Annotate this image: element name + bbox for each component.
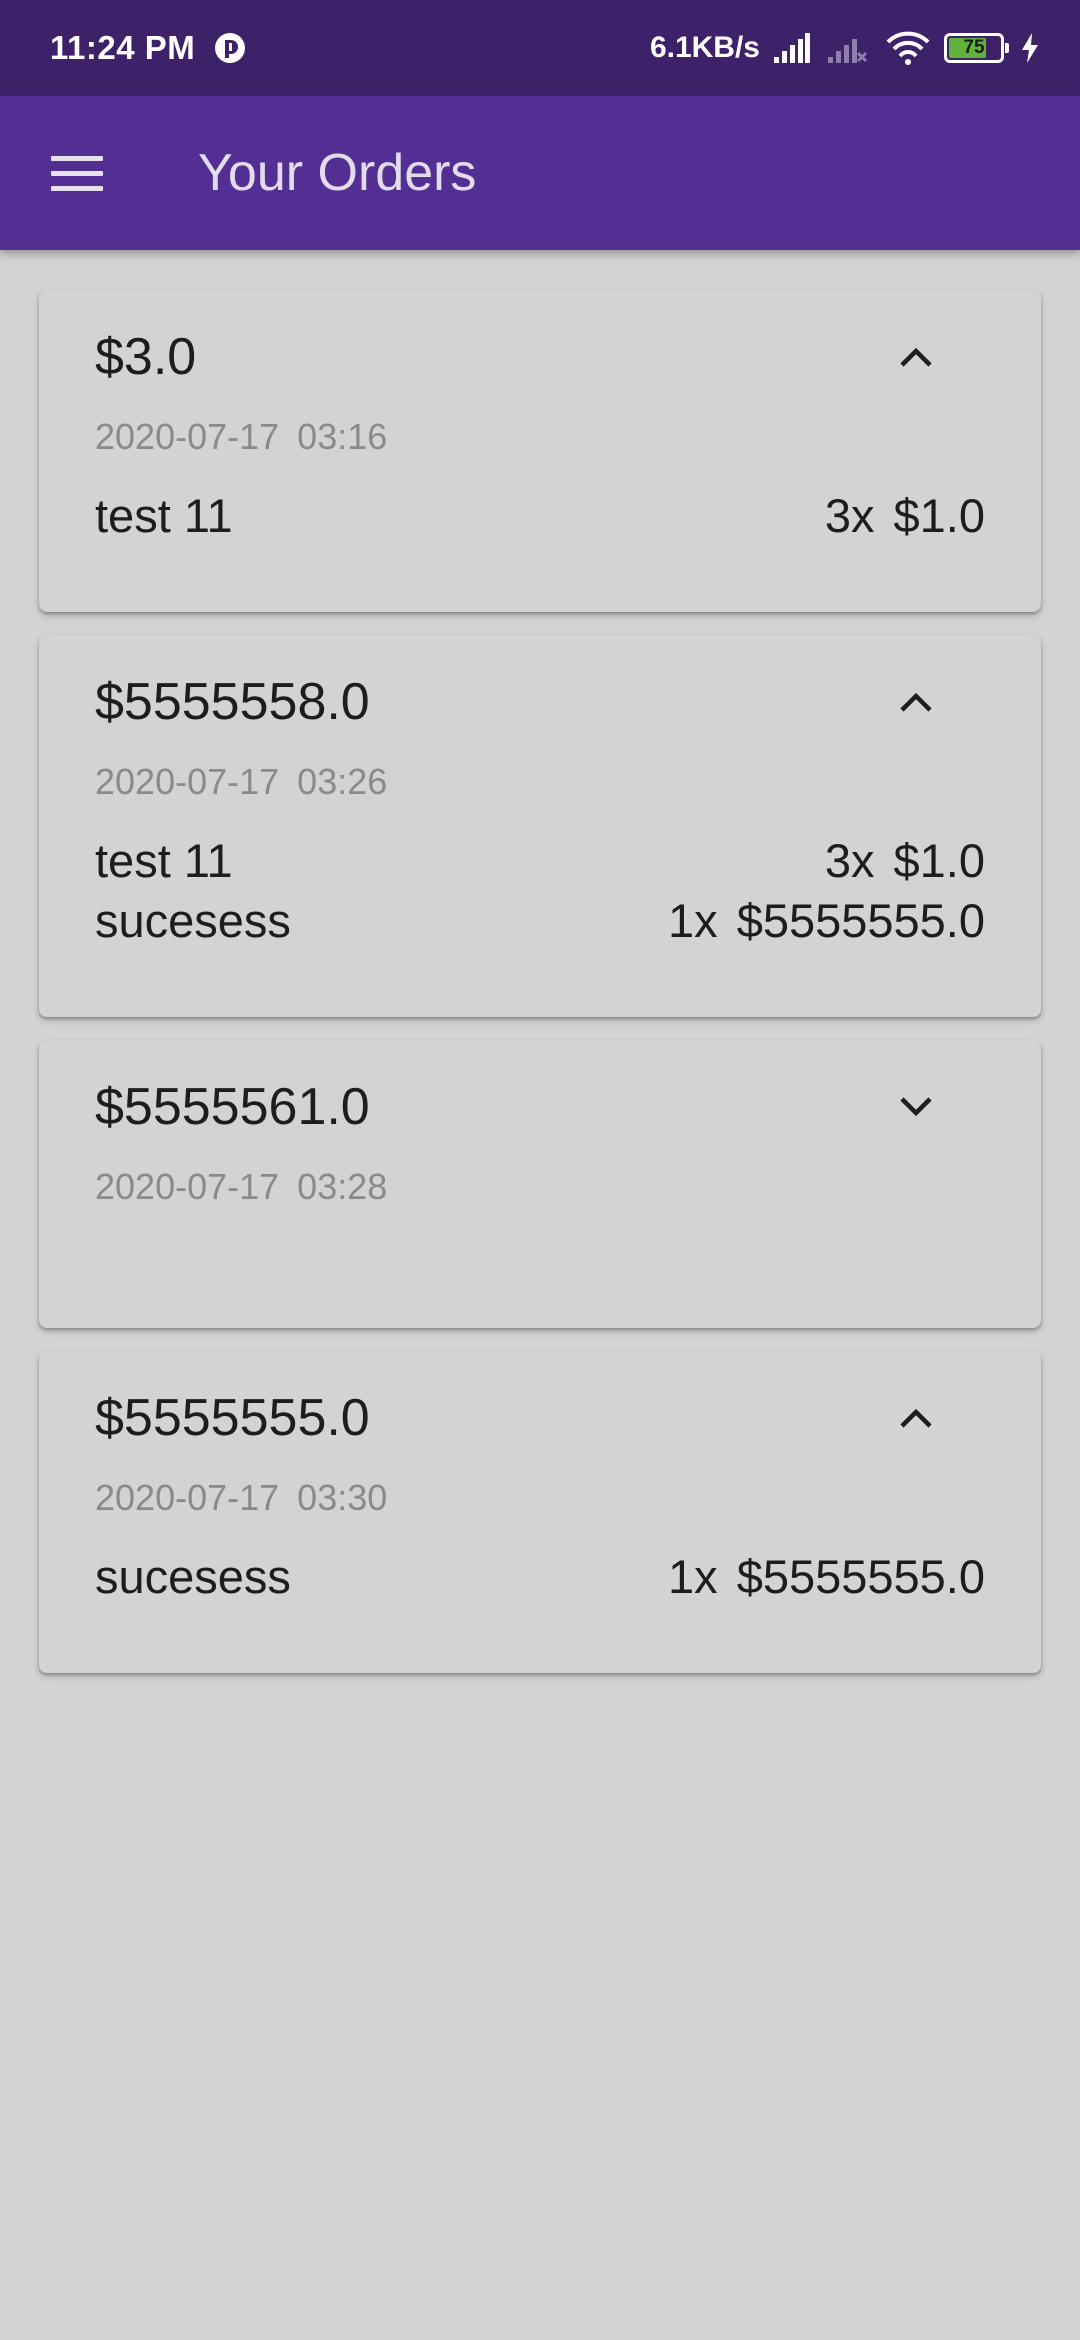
network-speed: 6.1KB/s xyxy=(649,31,760,64)
menu-line xyxy=(51,155,103,161)
status-right: 6.1KB/s 75 xyxy=(650,31,1040,65)
hamburger-menu-icon[interactable] xyxy=(44,140,110,206)
order-total: $5555558.0 xyxy=(95,673,370,731)
status-bar: 11:24 PM 6.1KB/s 75 xyxy=(0,0,1080,96)
chevron-up-icon[interactable] xyxy=(883,1385,949,1451)
page-title: Your Orders xyxy=(198,144,477,202)
order-date: 2020-07-17 xyxy=(95,416,280,457)
order-total: $5555555.0 xyxy=(95,1389,370,1447)
order-card-1[interactable]: $3.0 2020-07-17 03:16 test 11 3x $1.0 xyxy=(39,290,1041,612)
item-name: sucesess xyxy=(95,1550,291,1603)
item-qty-price: 1x $5555555.0 xyxy=(668,891,985,951)
item-name: test 11 xyxy=(95,834,233,887)
battery-level: 75 xyxy=(963,37,985,58)
app-notification-icon xyxy=(213,31,247,65)
order-time: 03:30 xyxy=(297,1477,388,1518)
item-qty-price: 3x $1.0 xyxy=(825,831,985,891)
order-card-header: $5555555.0 xyxy=(95,1351,985,1451)
order-datetime: 2020-07-17 03:30 xyxy=(95,1475,985,1521)
order-card-header: $3.0 xyxy=(95,290,985,390)
order-items: test 11 3x $1.0 sucesess 1x $5555555.0 xyxy=(95,831,985,951)
order-time: 03:28 xyxy=(297,1166,388,1207)
order-card-header: $5555561.0 xyxy=(95,1040,985,1140)
item-qty-price: 1x $5555555.0 xyxy=(668,1547,985,1607)
item-name: sucesess xyxy=(95,894,291,947)
menu-line xyxy=(51,185,103,191)
charging-icon xyxy=(1020,33,1040,63)
battery-icon: 75 xyxy=(944,33,1009,63)
order-card-header: $5555558.0 xyxy=(95,635,985,735)
order-items: sucesess 1x $5555555.0 xyxy=(95,1547,985,1607)
order-item-row: test 11 3x $1.0 xyxy=(95,831,985,891)
order-date: 2020-07-17 xyxy=(95,1477,280,1518)
item-qty: 1x xyxy=(667,894,718,947)
item-qty: 3x xyxy=(824,834,875,887)
no-signal-icon xyxy=(828,33,868,63)
order-item-row: test 11 3x $1.0 xyxy=(95,486,985,546)
item-qty: 1x xyxy=(667,1550,718,1603)
status-left: 11:24 PM xyxy=(50,29,247,67)
order-item-row: sucesess 1x $5555555.0 xyxy=(95,1547,985,1607)
order-datetime: 2020-07-17 03:28 xyxy=(95,1164,985,1210)
order-date: 2020-07-17 xyxy=(95,1166,280,1207)
chevron-down-icon[interactable] xyxy=(883,1074,949,1140)
order-total: $5555561.0 xyxy=(95,1078,370,1136)
item-price: $5555555.0 xyxy=(736,1550,985,1603)
order-card-4[interactable]: $5555555.0 2020-07-17 03:30 sucesess 1x $… xyxy=(39,1351,1041,1673)
item-qty: 3x xyxy=(824,489,875,542)
signal-icon xyxy=(774,33,810,63)
orders-list: $3.0 2020-07-17 03:16 test 11 3x $1.0 $55… xyxy=(39,290,1041,1696)
order-time: 03:26 xyxy=(297,761,388,802)
order-total: $3.0 xyxy=(95,328,197,386)
app-bar: Your Orders xyxy=(0,96,1080,250)
chevron-up-icon[interactable] xyxy=(883,669,949,735)
menu-line xyxy=(51,170,103,176)
order-item-row: sucesess 1x $5555555.0 xyxy=(95,891,985,951)
order-datetime: 2020-07-17 03:16 xyxy=(95,414,985,460)
status-time: 11:24 PM xyxy=(50,29,196,66)
item-name: test 11 xyxy=(95,489,233,542)
item-qty-price: 3x $1.0 xyxy=(825,486,985,546)
chevron-up-icon[interactable] xyxy=(883,324,949,390)
wifi-icon xyxy=(886,31,930,65)
order-time: 03:16 xyxy=(297,416,388,457)
order-items: test 11 3x $1.0 xyxy=(95,486,985,546)
item-price: $5555555.0 xyxy=(736,894,985,947)
item-price: $1.0 xyxy=(893,834,985,887)
order-card-2[interactable]: $5555558.0 2020-07-17 03:26 test 11 3x $1… xyxy=(39,635,1041,1017)
order-date: 2020-07-17 xyxy=(95,761,280,802)
order-datetime: 2020-07-17 03:26 xyxy=(95,759,985,805)
order-card-3[interactable]: $5555561.0 2020-07-17 03:28 xyxy=(39,1040,1041,1328)
item-price: $1.0 xyxy=(893,489,985,542)
